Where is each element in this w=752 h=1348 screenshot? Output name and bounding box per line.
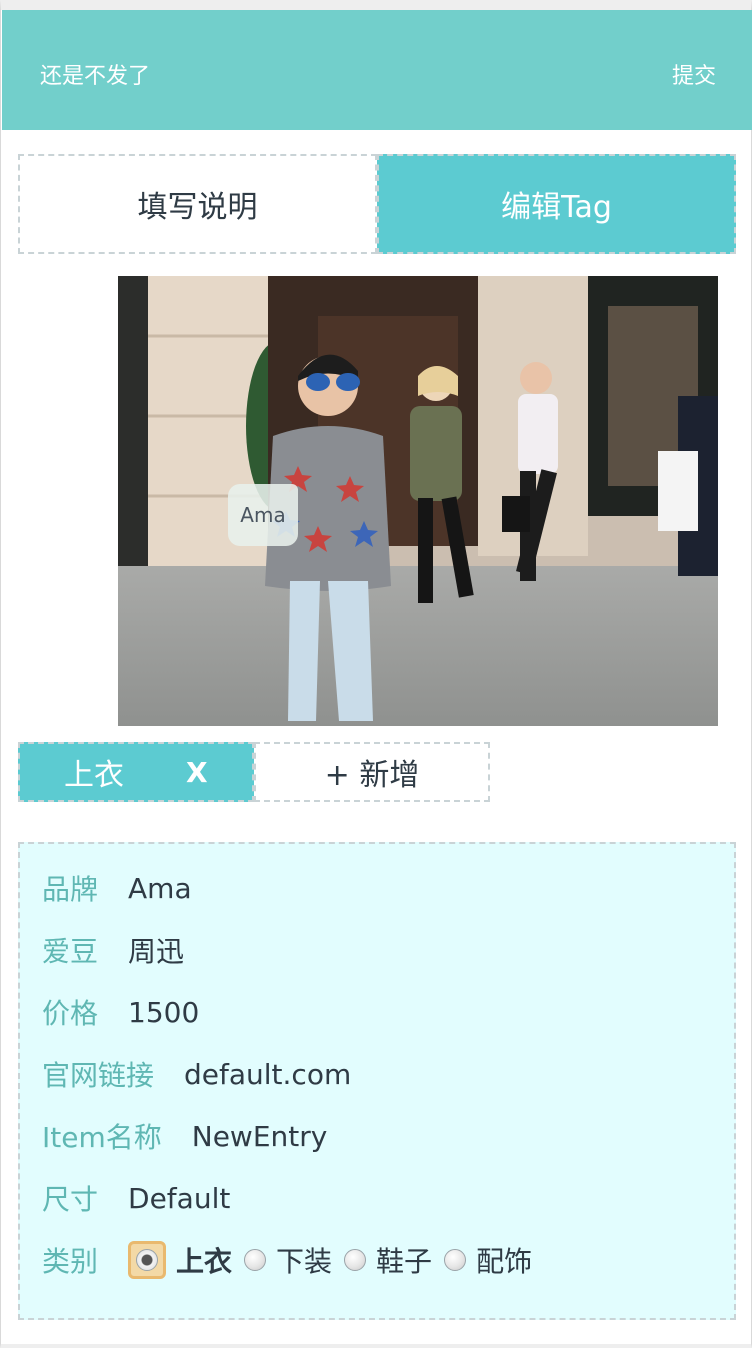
price-label: 价格 — [42, 997, 99, 1030]
add-tag-button[interactable]: + 新增 — [254, 742, 490, 802]
tab-bar: 填写说明 编辑Tag — [18, 154, 736, 254]
size-value[interactable]: Default — [128, 1182, 230, 1215]
radio-focus-ring — [128, 1241, 167, 1279]
radio-button[interactable] — [344, 1249, 367, 1271]
photo-image — [118, 276, 718, 726]
tag-chip-label: 上衣 — [64, 758, 124, 793]
brand-label: 品牌 — [42, 873, 99, 906]
idol-row: 爱豆 周迅 — [42, 930, 184, 970]
category-option-label: 下装 — [276, 1245, 333, 1278]
price-row: 价格 1500 — [42, 992, 199, 1032]
item-name-value[interactable]: NewEntry — [192, 1120, 328, 1153]
category-option-bottoms[interactable]: 下装 — [244, 1240, 344, 1280]
category-option-label: 配饰 — [476, 1245, 533, 1278]
top-bar: 还是不发了 提交 — [2, 10, 752, 130]
radio-button[interactable] — [244, 1249, 267, 1271]
category-row: 类别 上衣 下装 鞋子 配饰 — [42, 1240, 544, 1280]
category-radio-group: 上衣 下装 鞋子 配饰 — [128, 1240, 544, 1280]
cancel-post-button[interactable]: 还是不发了 — [40, 58, 150, 90]
item-name-label: Item名称 — [42, 1121, 162, 1154]
tab-fill-description[interactable]: 填写说明 — [18, 154, 377, 254]
category-option-tops[interactable]: 上衣 — [128, 1240, 244, 1280]
size-label: 尺寸 — [42, 1183, 99, 1216]
submit-button[interactable]: 提交 — [672, 58, 716, 90]
link-value[interactable]: default.com — [184, 1058, 351, 1091]
link-row: 官网链接 default.com — [42, 1054, 351, 1094]
category-option-shoes[interactable]: 鞋子 — [344, 1240, 444, 1280]
radio-button[interactable] — [444, 1249, 467, 1271]
radio-button-checked[interactable] — [136, 1249, 159, 1271]
tag-details-panel: 品牌 Ama 爱豆 周迅 价格 1500 官网链接 default.com It… — [18, 842, 736, 1320]
category-option-accessories[interactable]: 配饰 — [444, 1240, 544, 1280]
category-option-label: 鞋子 — [376, 1245, 433, 1278]
idol-value[interactable]: 周迅 — [128, 930, 184, 970]
price-value[interactable]: 1500 — [128, 996, 199, 1029]
brand-value[interactable]: Ama — [128, 872, 192, 905]
category-label: 类别 — [42, 1245, 99, 1278]
item-name-row: Item名称 NewEntry — [42, 1116, 327, 1156]
category-option-label: 上衣 — [176, 1245, 233, 1278]
tab-edit-tag[interactable]: 编辑Tag — [377, 154, 736, 254]
photo-tag-bubble[interactable]: Ama — [228, 484, 298, 546]
remove-tag-button[interactable]: X — [186, 756, 208, 789]
street-photo[interactable] — [118, 276, 718, 726]
link-label: 官网链接 — [42, 1059, 155, 1092]
brand-row: 品牌 Ama — [42, 868, 192, 908]
tag-list: 上衣 X + 新增 — [18, 742, 490, 802]
tag-chip-selected[interactable]: 上衣 X — [18, 742, 254, 802]
size-row: 尺寸 Default — [42, 1178, 230, 1218]
idol-label: 爱豆 — [42, 935, 99, 968]
